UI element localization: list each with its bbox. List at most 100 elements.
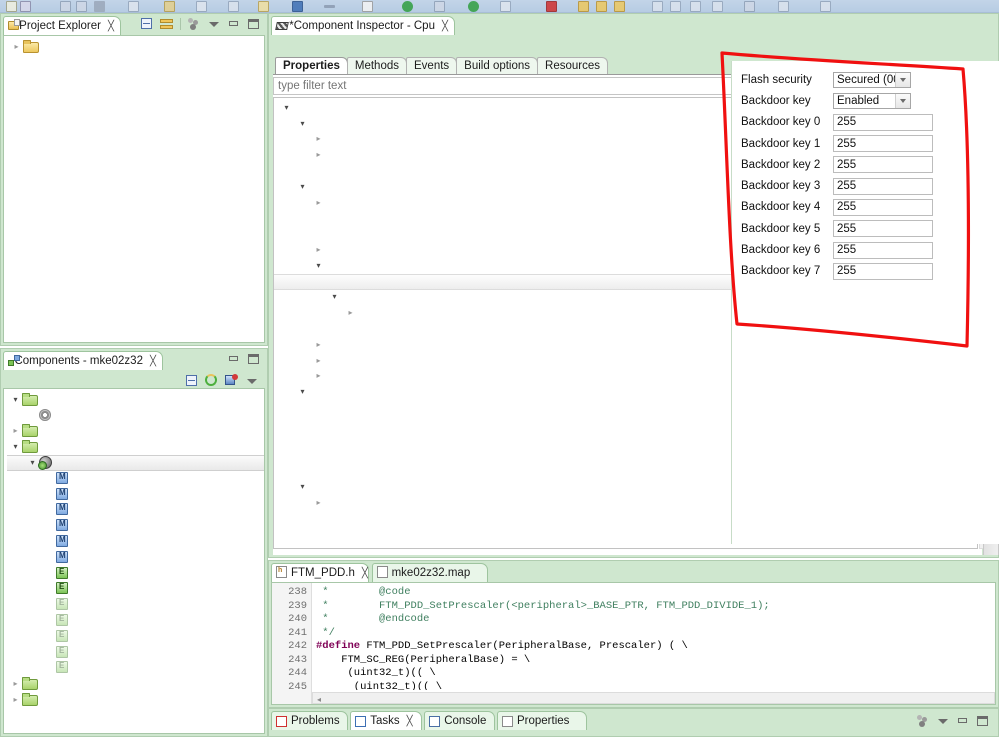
twisty-collapsed[interactable] (9, 696, 22, 704)
twisty-collapsed[interactable] (312, 499, 325, 507)
maximize-icon[interactable] (247, 17, 261, 31)
close-icon[interactable]: ╳ (108, 21, 114, 32)
maximize-icon[interactable] (976, 714, 990, 728)
tree-item[interactable] (7, 645, 264, 661)
tab-methods[interactable]: Methods (346, 57, 407, 75)
property-text-input[interactable] (833, 156, 933, 174)
twisty-collapsed[interactable] (312, 357, 325, 365)
close-icon[interactable]: ╳ (362, 568, 368, 579)
property-text-input[interactable] (833, 135, 933, 153)
twisty-expanded[interactable] (9, 396, 22, 404)
tree-item[interactable] (7, 613, 264, 629)
maximize-icon[interactable] (247, 352, 261, 366)
tree-item[interactable] (7, 692, 264, 708)
tree-item[interactable] (7, 566, 264, 582)
toolbar-icon-bar[interactable] (94, 1, 105, 12)
import-component-icon[interactable] (225, 374, 239, 388)
project-explorer-tree[interactable] (4, 36, 264, 55)
components-tree[interactable] (4, 389, 264, 708)
tree-item[interactable] (7, 534, 264, 550)
tab-components[interactable]: Components - mke02z32 ╳ (3, 351, 163, 370)
tree-item[interactable] (7, 518, 264, 534)
toolbar-icon-step-over[interactable] (434, 1, 445, 12)
tree-item[interactable] (7, 487, 264, 503)
tree-item[interactable] (8, 39, 264, 55)
view-menu-icon[interactable] (936, 714, 950, 728)
tab-build-options[interactable]: Build options (456, 57, 539, 75)
tree-item[interactable] (7, 676, 264, 692)
property-text-input[interactable] (833, 241, 933, 259)
twisty-expanded[interactable] (9, 443, 22, 451)
minimize-icon[interactable] (227, 352, 241, 366)
twisty-expanded[interactable] (296, 483, 309, 491)
chevron-down-icon[interactable] (895, 93, 910, 108)
twisty-expanded[interactable] (328, 293, 341, 301)
toolbar-icon-stop[interactable] (546, 1, 557, 12)
tree-item[interactable] (7, 597, 264, 613)
toolbar-icon-misc-1[interactable] (652, 1, 663, 12)
tree-item[interactable] (7, 392, 264, 408)
tree-item[interactable] (7, 424, 264, 440)
toolbar-icon-profile[interactable] (500, 1, 511, 12)
twisty-collapsed[interactable] (344, 309, 357, 317)
tab-events[interactable]: Events (406, 57, 458, 75)
toolbar-icon-save[interactable] (20, 1, 31, 12)
tree-item[interactable] (7, 629, 264, 645)
toolbar-icon-misc-6[interactable] (778, 1, 789, 12)
tree-item[interactable] (7, 503, 264, 519)
toolbar-icon-search[interactable] (196, 1, 207, 12)
twisty-collapsed[interactable] (312, 199, 325, 207)
toolbar-icon-misc-5[interactable] (744, 1, 755, 12)
close-icon[interactable]: ╳ (150, 356, 156, 367)
tree-item[interactable] (7, 455, 264, 471)
close-icon[interactable]: ╳ (407, 716, 413, 727)
toolbar-icon-new[interactable] (6, 1, 17, 12)
tree-item[interactable] (7, 439, 264, 455)
property-text-input[interactable] (833, 220, 933, 238)
editor-hscrollbar[interactable]: ◂ (312, 692, 995, 704)
property-text-input[interactable] (833, 177, 933, 195)
collapse-all-icon[interactable] (140, 17, 154, 31)
tree-item[interactable] (7, 582, 264, 598)
bottom-tab-properties[interactable]: Properties (497, 711, 587, 730)
editor-code-area[interactable]: * @code * FTM_PDD_SetPrescaler(<peripher… (316, 583, 995, 690)
property-dropdown[interactable]: Enabled (833, 92, 911, 109)
toolbar-icon-green-run-2[interactable] (468, 1, 479, 12)
collapse-all-icon[interactable] (185, 374, 199, 388)
twisty-collapsed[interactable] (312, 246, 325, 254)
refresh-icon[interactable] (205, 374, 219, 388)
toolbar-icon-misc-7[interactable] (820, 1, 831, 12)
chevron-down-icon[interactable] (895, 72, 910, 87)
tab-resources[interactable]: Resources (537, 57, 608, 75)
bottom-tab-tasks[interactable]: Tasks ╳ (350, 711, 423, 730)
toolbar-icon-grid-a[interactable] (60, 1, 71, 12)
editor-tab-ftm-pdd-h[interactable]: h FTM_PDD.h ╳ (271, 563, 369, 582)
property-text-input[interactable] (833, 113, 933, 131)
scroll-left-arrow[interactable]: ◂ (314, 694, 324, 704)
property-dropdown[interactable]: Secured (00) (833, 71, 911, 88)
twisty-expanded[interactable] (296, 120, 309, 128)
bottom-tab-problems[interactable]: Problems (271, 711, 349, 730)
toolbar-icon-blue-box[interactable] (292, 1, 303, 12)
toolbar-icon-dash[interactable] (324, 5, 335, 8)
filter-icon[interactable] (187, 17, 201, 31)
toolbar-icon-misc-3[interactable] (690, 1, 701, 12)
tree-item[interactable] (7, 550, 264, 566)
filter-icon[interactable] (916, 714, 930, 728)
twisty-expanded[interactable] (296, 183, 309, 191)
editor-tab-mke02z32-map[interactable]: mke02z32.map (371, 563, 489, 582)
tree-item[interactable] (7, 661, 264, 677)
twisty-collapsed[interactable] (9, 680, 22, 688)
toolbar-icon-misc-2[interactable] (670, 1, 681, 12)
property-text-input[interactable] (833, 262, 933, 280)
twisty-expanded[interactable] (312, 262, 325, 270)
twisty-collapsed[interactable] (10, 43, 23, 51)
toolbar-icon-folder-3[interactable] (614, 1, 625, 12)
view-menu-icon[interactable] (245, 374, 259, 388)
minimize-icon[interactable] (227, 17, 241, 31)
tree-item[interactable] (7, 408, 264, 424)
tab-project-explorer[interactable]: Project Explorer ╳ (3, 16, 121, 35)
toolbar-icon-run[interactable] (128, 1, 139, 12)
twisty-expanded[interactable] (280, 104, 293, 112)
toolbar-icon-green-run[interactable] (402, 1, 413, 12)
